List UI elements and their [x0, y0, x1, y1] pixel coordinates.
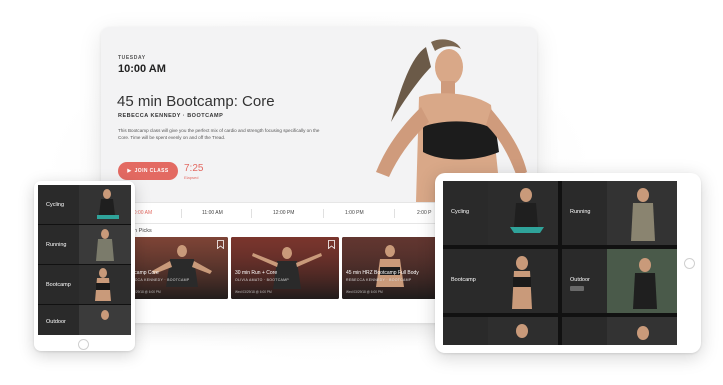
class-card-date: Wed 03/29/18 @ 6:00 PM: [346, 290, 383, 294]
class-title: 45 min Bootcamp: Core: [117, 93, 275, 110]
category-tile-bootcamp[interactable]: Bootcamp: [38, 265, 131, 304]
class-card[interactable]: Bootcamp Core REBECCA KENNEDY · BOOTCAMP…: [120, 237, 228, 299]
large-tablet: Cycling Running Bootcamp Outdoor: [435, 173, 701, 353]
category-tile-cycling[interactable]: Cycling: [38, 185, 131, 224]
large-tablet-screen: Cycling Running Bootcamp Outdoor: [443, 181, 677, 345]
home-button[interactable]: [684, 258, 695, 269]
category-tile-running[interactable]: Running: [38, 225, 131, 264]
category-label: Cycling: [451, 209, 470, 215]
category-label: Outdoor: [46, 319, 66, 325]
category-tile-bootcamp[interactable]: Bootcamp: [443, 249, 558, 313]
category-image: [607, 317, 677, 345]
category-label: Running: [570, 209, 591, 215]
category-image: [488, 249, 558, 313]
category-image: [488, 181, 558, 245]
class-card-date: Wed 03/29/18 @ 6:00 PM: [235, 290, 272, 294]
category-image: [488, 317, 558, 345]
category-tile-cycling[interactable]: Cycling: [443, 181, 558, 245]
bookmark-icon[interactable]: [328, 240, 335, 249]
class-instructor: REBECCA KENNEDY · BOOTCAMP: [118, 113, 224, 119]
category-image: [607, 249, 677, 313]
category-image: [607, 181, 677, 245]
category-tile[interactable]: [562, 317, 677, 345]
category-image: [79, 305, 131, 335]
category-label: Bootcamp: [46, 282, 71, 288]
class-card-title: 45 min HRZ Bootcamp Full Body: [346, 270, 419, 276]
class-card-instructor: OLIVIA AMATO · BOOTCAMP: [235, 278, 290, 282]
class-description: This Bootcamp class will give you the pe…: [118, 128, 320, 140]
category-label: Running: [46, 242, 67, 248]
class-card[interactable]: 45 min HRZ Bootcamp Full Body REBECCA KE…: [342, 237, 450, 299]
class-card[interactable]: 30 min Run + Core OLIVIA AMATO · BOOTCAM…: [231, 237, 339, 299]
timeline-slot[interactable]: 2:00 P: [417, 210, 431, 216]
category-tile-running[interactable]: Running: [562, 181, 677, 245]
category-label: Bootcamp: [451, 277, 476, 283]
bookmark-icon[interactable]: [217, 240, 224, 249]
category-tile-outdoor[interactable]: Outdoor: [562, 249, 677, 313]
timeline-slot[interactable]: 1:00 PM: [345, 210, 364, 216]
new-badge: [570, 286, 584, 291]
class-card-instructor: REBECCA KENNEDY · BOOTCAMP: [346, 278, 412, 282]
category-image: [79, 185, 131, 224]
class-time: 10:00 AM: [118, 63, 166, 75]
join-class-button[interactable]: ▶ JOIN CLASS: [118, 162, 178, 180]
category-image: [79, 265, 131, 304]
countdown: 7:25 Elapsed: [184, 163, 203, 180]
countdown-label: Elapsed: [184, 175, 199, 180]
join-class-label: JOIN CLASS: [134, 168, 169, 174]
timeline-slot[interactable]: 12:00 PM: [273, 210, 294, 216]
timeline-slot[interactable]: 11:00 AM: [202, 210, 223, 216]
category-tile[interactable]: [443, 317, 558, 345]
home-button[interactable]: [78, 339, 89, 350]
category-tile-outdoor[interactable]: Outdoor: [38, 305, 131, 335]
class-card-title: 30 min Run + Core: [235, 270, 278, 276]
countdown-value: 7:25: [184, 163, 204, 174]
small-tablet: Cycling Running Bootcamp Outdoor: [34, 181, 135, 351]
play-icon: ▶: [127, 168, 132, 174]
category-image: [79, 225, 131, 264]
class-day: TUESDAY: [118, 55, 146, 61]
category-label: Cycling: [46, 202, 65, 208]
small-tablet-screen: Cycling Running Bootcamp Outdoor: [38, 185, 131, 335]
category-label: Outdoor: [570, 277, 590, 283]
